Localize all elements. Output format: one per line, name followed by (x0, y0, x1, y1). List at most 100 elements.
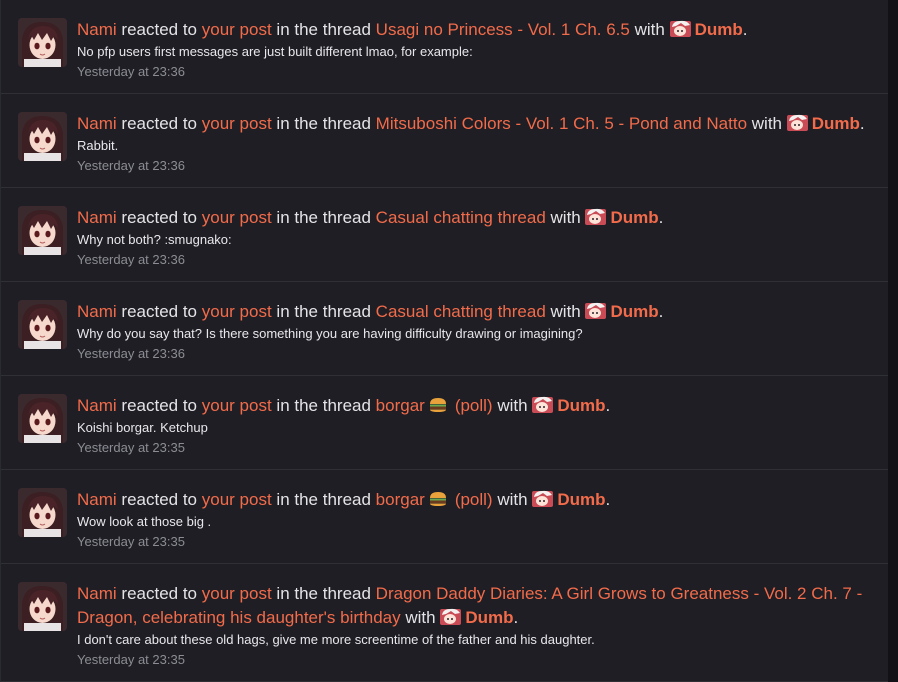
alert-time[interactable]: Yesterday at 23:35 (77, 534, 874, 550)
alert-connector: in the thread (276, 302, 371, 321)
reaction-label: Dumb (694, 20, 743, 39)
reaction-badge[interactable]: Dumb (585, 302, 659, 321)
reaction-label: Dumb (557, 396, 606, 415)
username-link[interactable]: Nami (77, 208, 117, 227)
user-avatar[interactable] (18, 394, 67, 443)
username-link[interactable]: Nami (77, 584, 117, 603)
alert-item: Nami reacted to your post in the thread … (1, 188, 888, 282)
username-link[interactable]: Nami (77, 490, 117, 509)
alert-verb: reacted to (121, 490, 198, 509)
post-snippet: Why not both? :smugnako: (77, 232, 232, 247)
alert-item: Nami reacted to your post in the thread … (1, 564, 888, 682)
post-snippet: Koishi borgar. Ketchup (77, 420, 208, 435)
anime-girl-avatar-icon (18, 206, 67, 255)
thread-suffix: (poll) (454, 396, 493, 415)
alert-text: Nami reacted to your post in the thread … (77, 114, 865, 133)
reaction-badge[interactable]: Dumb (786, 114, 860, 133)
alert-with: with (634, 20, 665, 39)
username-link[interactable]: Nami (77, 20, 117, 39)
post-snippet: Wow look at those big . (77, 514, 212, 529)
dumb-reaction-icon (585, 208, 607, 225)
alert-connector: in the thread (276, 584, 371, 603)
alert-text: Nami reacted to your post in the thread … (77, 396, 611, 415)
alert-time[interactable]: Yesterday at 23:36 (77, 346, 874, 362)
anime-girl-avatar-icon (18, 18, 67, 67)
user-avatar[interactable] (18, 488, 67, 537)
alert-connector: in the thread (276, 20, 371, 39)
alert-time[interactable]: Yesterday at 23:36 (77, 158, 874, 174)
thread-link[interactable]: borgar (poll) (376, 490, 493, 509)
reaction-label: Dumb (465, 608, 514, 627)
reaction-label: Dumb (610, 208, 659, 227)
reaction-badge[interactable]: Dumb (532, 490, 605, 509)
alert-item: Nami reacted to your post in the thread … (1, 376, 888, 470)
thread-suffix: (poll) (454, 490, 493, 509)
thread-link[interactable]: borgar (poll) (376, 396, 493, 415)
thread-link[interactable]: Casual chatting thread (376, 208, 546, 227)
alert-time[interactable]: Yesterday at 23:36 (77, 64, 874, 80)
alert-with: with (550, 302, 581, 321)
dumb-reaction-icon (585, 302, 607, 319)
username-link[interactable]: Nami (77, 302, 117, 321)
alert-verb: reacted to (121, 302, 198, 321)
reaction-label: Dumb (557, 490, 606, 509)
alert-verb: reacted to (121, 20, 198, 39)
reaction-label: Dumb (610, 302, 659, 321)
dumb-reaction-icon (669, 20, 691, 37)
thread-title: borgar (375, 396, 425, 415)
alert-with: with (497, 490, 528, 509)
post-snippet: I don't care about these old hags, give … (77, 632, 595, 647)
user-avatar[interactable] (18, 112, 67, 161)
user-avatar[interactable] (18, 206, 67, 255)
page-scrollbar[interactable] (888, 0, 898, 682)
post-snippet: Why do you say that? Is there something … (77, 326, 583, 341)
user-avatar[interactable] (18, 300, 67, 349)
username-link[interactable]: Nami (77, 114, 117, 133)
dumb-reaction-icon (786, 114, 808, 131)
anime-girl-avatar-icon (18, 300, 67, 349)
reaction-badge[interactable]: Dumb (669, 20, 743, 39)
username-link[interactable]: Nami (77, 396, 117, 415)
thread-title: borgar (375, 490, 425, 509)
thread-link[interactable]: Casual chatting thread (376, 302, 546, 321)
alert-connector: in the thread (276, 396, 371, 415)
alert-time[interactable]: Yesterday at 23:35 (77, 440, 874, 456)
reaction-badge[interactable]: Dumb (532, 396, 605, 415)
post-snippet: No pfp users first messages are just bui… (77, 44, 473, 59)
thread-link[interactable]: Mitsuboshi Colors - Vol. 1 Ch. 5 - Pond … (376, 114, 747, 133)
alert-connector: in the thread (276, 208, 371, 227)
reaction-badge[interactable]: Dumb (440, 608, 513, 627)
alert-text: Nami reacted to your post in the thread … (77, 302, 664, 321)
anime-girl-avatar-icon (18, 488, 67, 537)
alert-item: Nami reacted to your post in the thread … (1, 94, 888, 188)
alert-time[interactable]: Yesterday at 23:35 (77, 652, 874, 668)
alert-with: with (405, 608, 436, 627)
alert-with: with (751, 114, 782, 133)
alert-text: Nami reacted to your post in the thread … (77, 208, 664, 227)
post-link[interactable]: your post (202, 396, 272, 415)
post-link[interactable]: your post (202, 490, 272, 509)
burger-emoji-icon (429, 492, 446, 506)
post-link[interactable]: your post (202, 302, 272, 321)
user-avatar[interactable] (18, 18, 67, 67)
dumb-reaction-icon (440, 608, 462, 625)
alert-item: Nami reacted to your post in the thread … (1, 0, 888, 94)
thread-link[interactable]: Usagi no Princess - Vol. 1 Ch. 6.5 (376, 20, 630, 39)
alert-connector: in the thread (276, 114, 371, 133)
alert-verb: reacted to (121, 584, 198, 603)
alert-text: Nami reacted to your post in the thread … (77, 584, 863, 627)
post-snippet: Rabbit. (77, 138, 119, 153)
alert-connector: in the thread (276, 490, 371, 509)
post-link[interactable]: your post (202, 114, 272, 133)
reaction-badge[interactable]: Dumb (585, 208, 659, 227)
alert-verb: reacted to (121, 114, 198, 133)
post-link[interactable]: your post (202, 584, 272, 603)
alert-text: Nami reacted to your post in the thread … (77, 20, 748, 39)
post-link[interactable]: your post (202, 20, 272, 39)
alerts-list: Nami reacted to your post in the thread … (0, 0, 888, 682)
post-link[interactable]: your post (202, 208, 272, 227)
user-avatar[interactable] (18, 582, 67, 631)
alert-item: Nami reacted to your post in the thread … (1, 282, 888, 376)
alert-time[interactable]: Yesterday at 23:36 (77, 252, 874, 268)
alert-verb: reacted to (121, 208, 198, 227)
